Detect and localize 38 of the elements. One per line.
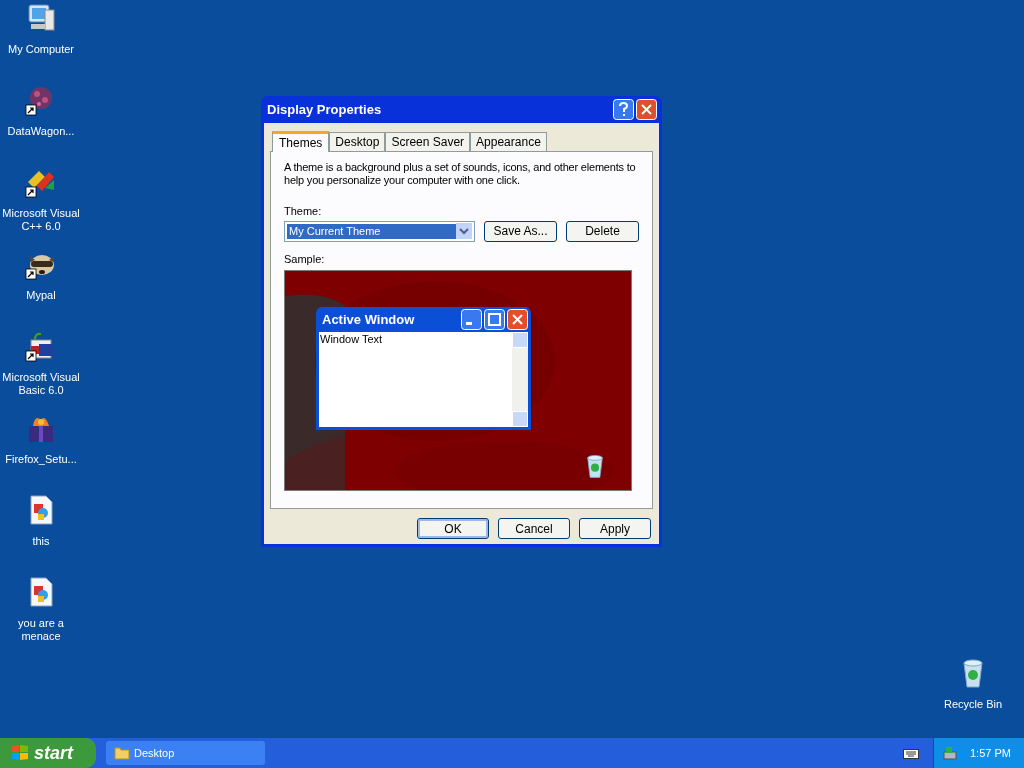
tab[interactable]: Screen Saver [385,132,471,151]
close-icon [507,309,528,330]
tab[interactable]: Themes [272,131,330,152]
minimize-icon [461,309,482,330]
desktop-icon-label[interactable]: My Computer [8,43,74,56]
theme-button[interactable]: Delete [566,220,639,242]
network-icon[interactable] [942,745,958,761]
folder-icon [114,746,130,760]
desktop-icon-label[interactable]: Firefox_Setu... [5,453,77,466]
theme-dropdown[interactable]: My Current Theme [284,220,475,242]
maximize-icon [484,309,505,330]
windows-logo-icon [10,743,30,763]
desktop-icon-label[interactable]: Microsoft Visual C++ 6.0 [0,207,84,233]
computer-icon [25,2,57,34]
desktop-icon-label[interactable]: this [32,535,50,548]
clock: 1:57 PM [970,745,1011,761]
start-button[interactable]: start [0,738,96,768]
taskbar-button[interactable]: Desktop [106,741,265,765]
desktop-icon-label[interactable]: Recycle Bin [943,698,1003,711]
dialog-button[interactable]: Cancel [498,518,570,539]
dialog-button[interactable]: OK [417,518,489,539]
tab[interactable]: Appearance [470,132,547,151]
desktop-icon-label[interactable]: DataWagon... [7,125,75,138]
desktop-icon-label[interactable]: Mypal [26,289,56,302]
help-icon[interactable] [613,99,634,120]
desktop-icon-label[interactable]: Microsoft Visual Basic 6.0 [0,371,84,397]
window-text: Window Text [319,332,384,347]
sample-label: Sample: [284,251,326,267]
theme-label: Theme: [284,204,323,219]
theme-button[interactable]: Save As... [484,220,557,242]
theme-description: A theme is a background plus a set of sounds, icons, and other elements to help you personalize your computer with one click. [284,161,637,187]
desktop-icon-label[interactable]: you are a menace [0,617,84,643]
sample-window-title: Active Window [322,310,415,329]
tab[interactable]: Desktop [329,132,386,151]
dialog-title: Display Properties [267,100,382,119]
dialog-button[interactable]: Apply [579,518,651,539]
close-icon[interactable] [636,99,657,120]
keyboard-icon[interactable] [903,747,919,759]
